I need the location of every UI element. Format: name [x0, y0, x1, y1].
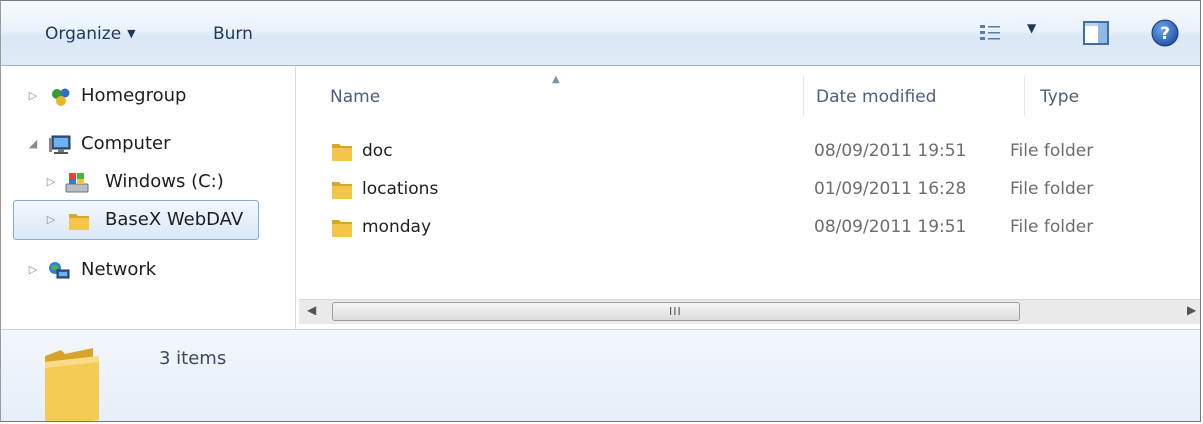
nav-item-windows-c[interactable]: ▷ Windows (C:) [1, 166, 291, 198]
chevron-down-icon: ▼ [127, 27, 136, 40]
column-header-date-modified[interactable]: Date modified [816, 82, 1016, 112]
explorer-window: Organize ▼ Burn ▼ ? ▷ Homegroup ◢ Comput… [0, 0, 1201, 422]
table-row[interactable]: doc 08/09/2011 19:51 File folder [296, 132, 1200, 170]
nav-item-label: Computer [81, 133, 171, 154]
expand-arrow-icon[interactable]: ▷ [27, 254, 39, 286]
expand-arrow-icon[interactable]: ▷ [45, 204, 57, 236]
horizontal-scrollbar[interactable]: ◀ III ▶ [299, 299, 1200, 324]
scroll-left-arrow-icon[interactable]: ◀ [307, 303, 316, 317]
column-header-type[interactable]: Type [1040, 82, 1190, 112]
folder-icon [332, 144, 352, 161]
nav-item-basex-webdav[interactable]: ▷ BaseX WebDAV [1, 204, 259, 236]
preview-pane-icon[interactable] [1083, 21, 1109, 45]
expand-arrow-icon[interactable]: ▷ [45, 166, 57, 198]
folder-icon [332, 220, 352, 237]
homegroup-icon [52, 88, 70, 106]
scroll-right-arrow-icon[interactable]: ▶ [1187, 303, 1196, 317]
view-options-chevron-icon[interactable]: ▼ [1027, 21, 1036, 35]
nav-item-network[interactable]: ▷ Network [1, 254, 291, 286]
svg-text:?: ? [1160, 24, 1170, 44]
file-name: locations [362, 179, 439, 199]
nav-item-computer[interactable]: ◢ Computer [1, 128, 291, 160]
file-name: doc [362, 141, 393, 161]
column-divider[interactable] [803, 76, 804, 116]
column-divider[interactable] [1024, 76, 1025, 116]
change-view-icon[interactable] [979, 23, 1001, 43]
nav-item-homegroup[interactable]: ▷ Homegroup [1, 80, 291, 112]
file-type: File folder [1010, 217, 1094, 237]
file-date-modified: 01/09/2011 16:28 [814, 179, 967, 199]
file-name: monday [362, 217, 432, 237]
file-type: File folder [1010, 179, 1094, 199]
nav-item-label: Network [81, 259, 157, 280]
burn-button[interactable]: Burn [207, 19, 259, 49]
network-icon [49, 262, 70, 279]
column-header-name[interactable]: Name [330, 82, 800, 112]
item-count: 3 items [159, 348, 227, 369]
file-date-modified: 08/09/2011 19:51 [814, 141, 967, 161]
drive-icon [65, 173, 89, 193]
file-type: File folder [1010, 141, 1094, 161]
file-list: ▲ Name Date modified Type doc 08/09/2011… [296, 66, 1200, 329]
table-row[interactable]: locations 01/09/2011 16:28 File folder [296, 170, 1200, 208]
folder-icon [69, 214, 89, 230]
table-row[interactable]: monday 08/09/2011 19:51 File folder [296, 208, 1200, 246]
file-date-modified: 08/09/2011 19:51 [814, 217, 967, 237]
scrollbar-thumb[interactable]: III [332, 302, 1020, 321]
details-pane: 3 items [1, 329, 1200, 421]
grip-icon: III [669, 305, 682, 318]
nav-item-label: BaseX WebDAV [105, 209, 244, 230]
navigation-pane: ▷ Homegroup ◢ Computer ▷ Windows (C:) ▷ … [1, 66, 296, 329]
nav-item-label: Windows (C:) [105, 171, 224, 192]
expand-arrow-icon[interactable]: ▷ [27, 80, 39, 112]
command-bar: Organize ▼ Burn ▼ ? [1, 1, 1200, 66]
large-folder-icon [45, 348, 99, 421]
nav-item-label: Homegroup [81, 85, 187, 106]
organize-label: Organize [45, 24, 122, 44]
collapse-arrow-icon[interactable]: ◢ [27, 128, 39, 160]
help-icon[interactable]: ? [1151, 19, 1179, 47]
computer-icon [49, 135, 71, 154]
folder-icon [332, 182, 352, 199]
organize-button[interactable]: Organize ▼ [39, 19, 142, 49]
